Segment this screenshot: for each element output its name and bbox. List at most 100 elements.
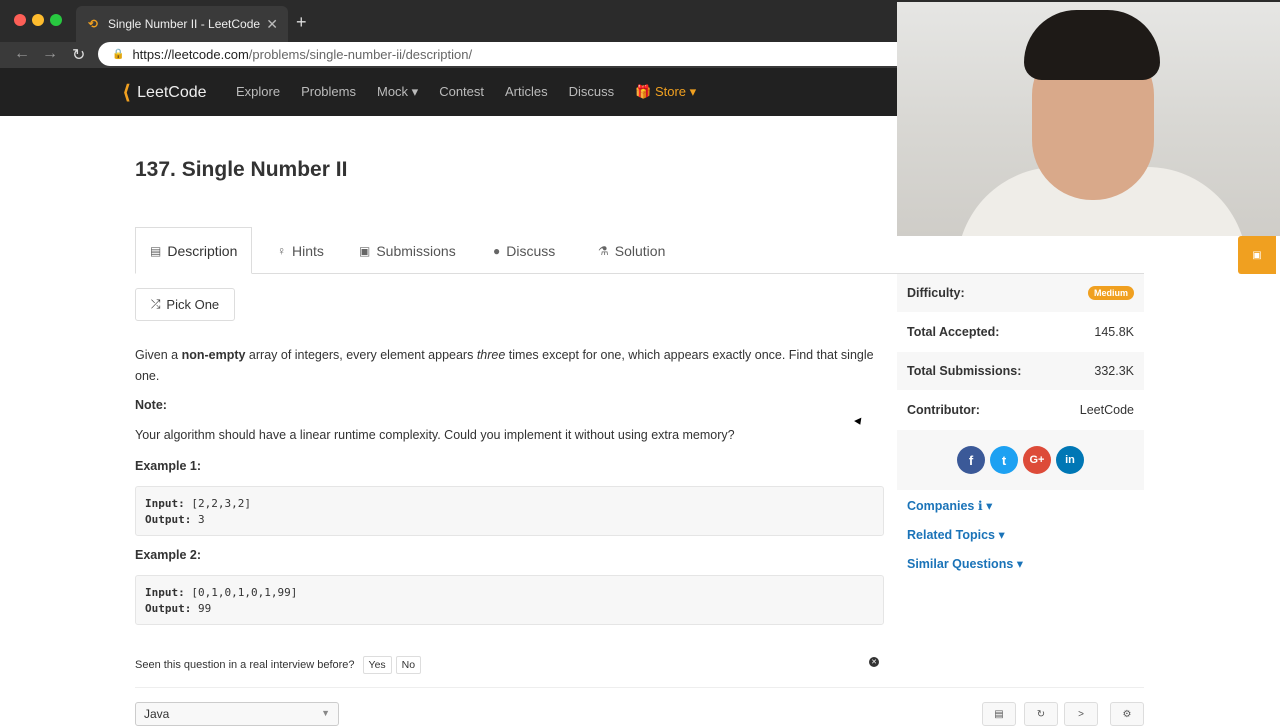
- interview-question: Seen this question in a real interview b…: [135, 656, 422, 674]
- output-value: 99: [191, 602, 212, 615]
- submissions-row: Total Submissions: 332.3K: [897, 352, 1144, 391]
- language-value: Java: [144, 707, 170, 721]
- contributor-value[interactable]: LeetCode: [1080, 403, 1134, 417]
- nav-discuss[interactable]: Discuss: [569, 84, 615, 100]
- submissions-value: 332.3K: [1094, 364, 1134, 378]
- tab-hints[interactable]: ♀ Hints: [277, 227, 324, 274]
- url-path: /problems/single-number-ii/description/: [248, 46, 473, 62]
- leetcode-logo[interactable]: ⟨ LeetCode: [122, 80, 207, 105]
- example2-box: Input: [0,1,0,1,0,1,99] Output: 99: [135, 575, 884, 625]
- nav-store[interactable]: 🎁 Store ▾: [635, 84, 696, 100]
- problem-info-sidebar: Difficulty: Medium Total Accepted: 145.8…: [897, 274, 1144, 490]
- accepted-label: Total Accepted:: [907, 325, 1000, 339]
- maximize-window-button[interactable]: [50, 14, 62, 26]
- desc-text: array of integers, every element appears: [245, 348, 477, 362]
- facebook-icon[interactable]: f: [957, 446, 985, 474]
- forward-icon[interactable]: →: [42, 45, 58, 63]
- new-tab-icon[interactable]: +: [296, 12, 307, 33]
- pick-one-button[interactable]: ⤮ Pick One: [135, 288, 235, 321]
- note-label: Note:: [135, 398, 167, 412]
- google-plus-icon[interactable]: G+: [1023, 446, 1051, 474]
- note-text: Your algorithm should have a linear runt…: [135, 428, 735, 442]
- accepted-row: Total Accepted: 145.8K: [897, 313, 1144, 352]
- leetcode-favicon-icon: ⟲: [87, 17, 99, 31]
- difficulty-row: Difficulty: Medium: [897, 274, 1144, 313]
- browser-tab[interactable]: ⟲ Single Number II - LeetCode ✕: [76, 6, 288, 42]
- chevron-down-icon: ▼: [321, 708, 330, 718]
- discuss-icon: ●: [493, 243, 501, 258]
- nav-problems[interactable]: Problems: [301, 84, 356, 100]
- contributor-row: Contributor: LeetCode: [897, 391, 1144, 430]
- output-label: Output:: [145, 513, 192, 526]
- pick-one-label: Pick One: [166, 297, 220, 312]
- close-window-button[interactable]: [14, 14, 26, 26]
- gear-icon[interactable]: ⚙: [1110, 702, 1144, 726]
- flask-icon: ⚗: [598, 243, 609, 258]
- webcam-overlay: [897, 2, 1280, 236]
- yes-button[interactable]: Yes: [362, 656, 392, 674]
- nav-articles[interactable]: Articles: [505, 84, 548, 100]
- tab-description[interactable]: ▤ Description: [135, 227, 253, 274]
- example1-box: Input: [2,2,3,2] Output: 3: [135, 486, 884, 536]
- input-value: [0,1,0,1,0,1,99]: [184, 586, 298, 599]
- problem-title: 137. Single Number II: [135, 158, 348, 181]
- linkedin-icon[interactable]: in: [1056, 446, 1084, 474]
- terminal-icon[interactable]: >: [1064, 702, 1098, 726]
- submissions-icon: ▣: [359, 243, 371, 258]
- tab-discuss[interactable]: ● Discuss: [493, 227, 555, 274]
- language-select[interactable]: Java ▼: [135, 702, 339, 726]
- difficulty-badge: Medium: [1087, 286, 1134, 300]
- tab-label: Submissions: [376, 242, 456, 259]
- nav-links: Explore Problems Mock ▾ Contest Articles…: [236, 84, 717, 100]
- similar-questions-link[interactable]: Similar Questions ▾: [907, 556, 1023, 571]
- companies-link[interactable]: Companies ℹ ▾: [907, 498, 992, 513]
- tab-label: Description: [167, 242, 238, 259]
- output-label: Output:: [145, 602, 192, 615]
- desc-text: Given a: [135, 348, 182, 362]
- lock-icon: 🔒: [112, 48, 125, 60]
- related-topics-link[interactable]: Related Topics ▾: [907, 527, 1005, 542]
- leetcode-logo-icon: ⟨: [122, 82, 132, 104]
- difficulty-label: Difficulty:: [907, 286, 965, 300]
- back-icon[interactable]: ←: [14, 45, 30, 63]
- desc-italic: three: [476, 348, 506, 362]
- tab-solution[interactable]: ⚗ Solution: [598, 227, 665, 274]
- example1-label: Example 1:: [135, 459, 202, 473]
- submissions-label: Total Submissions:: [907, 364, 1022, 378]
- address-bar[interactable]: 🔒 https://leetcode.com/problems/single-n…: [98, 42, 918, 66]
- contributor-label: Contributor:: [907, 403, 980, 417]
- input-value: [2,2,3,2]: [184, 497, 251, 510]
- reset-icon[interactable]: ↻: [1024, 702, 1058, 726]
- problem-description: Given a non-empty array of integers, eve…: [135, 345, 875, 387]
- logo-text: LeetCode: [137, 83, 207, 101]
- output-value: 3: [191, 513, 205, 526]
- nav-contest[interactable]: Contest: [439, 84, 484, 100]
- person-hair: [1024, 10, 1160, 80]
- social-share: f t G+ in: [897, 430, 1144, 490]
- lightbulb-icon: ♀: [277, 243, 286, 258]
- no-button[interactable]: No: [395, 656, 422, 674]
- browser-tab-title: Single Number II - LeetCode: [108, 17, 261, 31]
- nav-mock[interactable]: Mock ▾: [377, 84, 418, 100]
- description-icon: ▤: [150, 243, 162, 258]
- tab-label: Solution: [614, 242, 666, 259]
- file-icon[interactable]: ▤: [982, 702, 1016, 726]
- example2-label: Example 2:: [135, 548, 202, 562]
- tab-label: Hints: [292, 242, 324, 259]
- reload-icon[interactable]: ↻: [72, 45, 85, 65]
- accepted-value: 145.8K: [1094, 325, 1134, 339]
- divider: [135, 687, 1144, 688]
- tab-submissions[interactable]: ▣ Submissions: [359, 227, 456, 274]
- feedback-side-tab[interactable]: ▣: [1238, 236, 1276, 274]
- input-label: Input:: [145, 586, 185, 599]
- tab-label: Discuss: [506, 242, 556, 259]
- twitter-icon[interactable]: t: [990, 446, 1018, 474]
- interview-question-text: Seen this question in a real interview b…: [135, 659, 355, 671]
- input-label: Input:: [145, 497, 185, 510]
- nav-explore[interactable]: Explore: [236, 84, 280, 100]
- close-tab-icon[interactable]: ✕: [266, 16, 278, 33]
- minimize-window-button[interactable]: [32, 14, 44, 26]
- shuffle-icon: ⤮: [150, 297, 161, 311]
- desc-bold: non-empty: [181, 348, 246, 362]
- close-circle-icon[interactable]: ✕: [869, 657, 879, 667]
